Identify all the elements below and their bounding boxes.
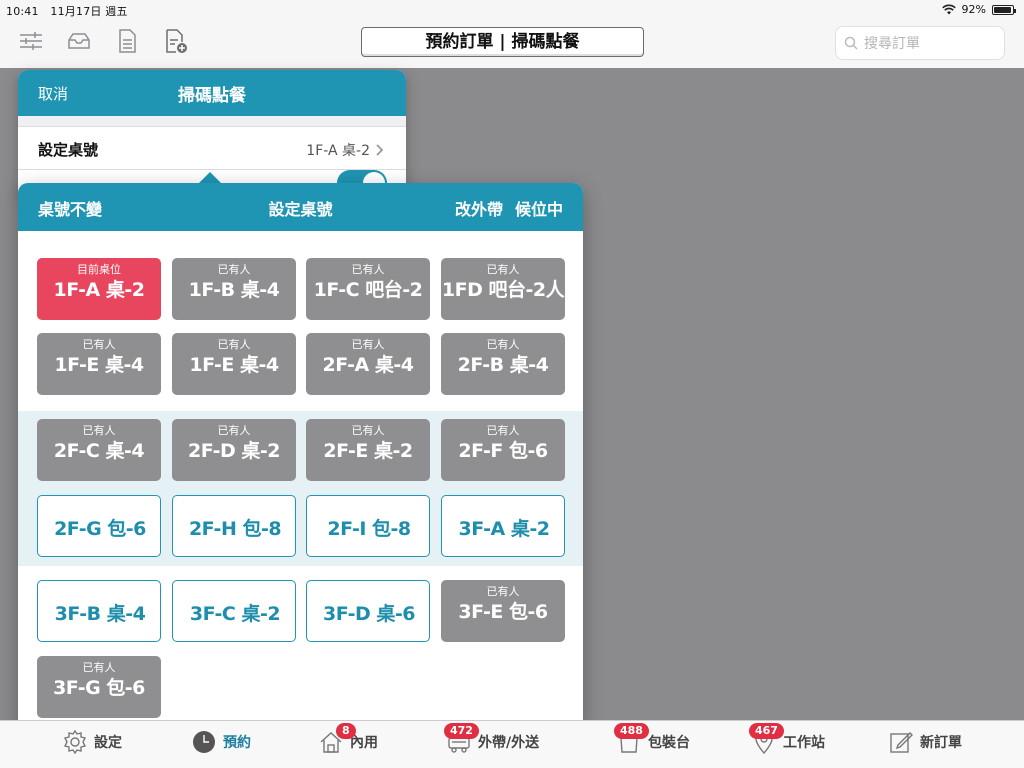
- search-input[interactable]: 搜尋訂單: [835, 26, 1005, 60]
- table-name: 2F-A 桌-4: [322, 354, 414, 376]
- chevron-right-icon: [376, 144, 384, 156]
- tab-packing[interactable]: 包裝台 488: [614, 723, 690, 755]
- sliders-icon[interactable]: [18, 28, 44, 54]
- set-table-label: 設定桌號: [38, 141, 99, 159]
- set-table-value-wrap: 1F-A 桌-2: [306, 140, 384, 160]
- table-tile[interactable]: 2F-I 包-8: [306, 495, 430, 557]
- scan-order-title: 掃碼點餐: [178, 86, 246, 106]
- battery-icon: [992, 4, 1016, 15]
- tab-badge: 472: [444, 723, 479, 739]
- inbox-icon[interactable]: [66, 28, 92, 54]
- document-add-icon[interactable]: [162, 28, 188, 54]
- table-tile[interactable]: 已有人 1F-C 吧台-2: [306, 258, 430, 320]
- tab-settings[interactable]: 設定: [62, 729, 122, 755]
- page-title[interactable]: 預約訂單 | 掃碼點餐: [361, 27, 644, 57]
- table-tile[interactable]: 已有人 3F-E 包-6: [441, 580, 565, 642]
- table-name: 2F-C 桌-4: [53, 440, 145, 462]
- table-tile[interactable]: 已有人 1F-B 桌-4: [172, 258, 296, 320]
- tab-badge: 8: [336, 723, 356, 739]
- table-tile[interactable]: 已有人 1F-E 桌-4: [37, 333, 161, 395]
- tab-label: 預約: [223, 735, 251, 751]
- table-tile[interactable]: 已有人 3F-G 包-6: [37, 656, 161, 718]
- waitlist-button[interactable]: 候位中: [515, 196, 563, 220]
- status-bar: 10:41 11月17日 週五 92%: [0, 0, 1024, 20]
- table-name: 1FD 吧台-2人: [441, 279, 565, 301]
- clock-icon: [193, 731, 215, 753]
- table-tile[interactable]: 目前桌位 1F-A 桌-2: [37, 258, 161, 320]
- table-name: 3F-D 桌-6: [323, 603, 416, 625]
- battery-percent: 92%: [961, 3, 986, 16]
- tab-takeout[interactable]: 外帶/外送 472: [444, 723, 540, 755]
- tab-reservation[interactable]: 預約: [191, 729, 251, 755]
- wifi-icon: [941, 4, 956, 15]
- tab-label: 新訂單: [920, 735, 962, 751]
- table-tile[interactable]: 已有人 2F-C 桌-4: [37, 419, 161, 481]
- table-name: 3F-G 包-6: [53, 677, 145, 699]
- gear-icon: [63, 729, 87, 755]
- nav-bar: 預約訂單 | 掃碼點餐 搜尋訂單: [0, 20, 1024, 68]
- table-tile[interactable]: 已有人 2F-A 桌-4: [306, 333, 430, 395]
- tab-station[interactable]: 工作站 467: [749, 723, 825, 755]
- tab-badge: 488: [614, 723, 649, 739]
- tab-dine-in[interactable]: 內用 8: [318, 723, 378, 755]
- search-icon: [844, 36, 858, 50]
- table-tile[interactable]: 3F-A 桌-2: [441, 495, 565, 557]
- tab-new-order[interactable]: 新訂單: [888, 729, 962, 755]
- table-name: 3F-C 桌-2: [189, 603, 281, 625]
- table-tile[interactable]: 2F-G 包-6: [37, 495, 161, 557]
- tab-label: 工作站: [783, 735, 825, 751]
- table-name: 3F-A 桌-2: [458, 518, 550, 540]
- table-name: 1F-E 桌-4: [189, 354, 279, 376]
- table-tile[interactable]: 已有人 2F-B 桌-4: [441, 333, 565, 395]
- table-tile[interactable]: 已有人 2F-E 桌-2: [306, 419, 430, 481]
- table-name: 2F-E 桌-2: [323, 440, 413, 462]
- table-name: 2F-H 包-8: [188, 518, 282, 540]
- table-tile[interactable]: 3F-D 桌-6: [306, 580, 430, 642]
- table-tile[interactable]: 已有人 2F-F 包-6: [441, 419, 565, 481]
- tab-badge: 467: [749, 723, 784, 739]
- table-tile[interactable]: 已有人 1FD 吧台-2人: [441, 258, 565, 320]
- header-actions: 改外帶 候位中: [455, 196, 563, 220]
- table-tile[interactable]: 已有人 2F-D 桌-2: [172, 419, 296, 481]
- table-name: 1F-C 吧台-2: [313, 279, 423, 301]
- table-name: 2F-D 桌-2: [188, 440, 281, 462]
- table-name: 2F-G 包-6: [54, 518, 146, 540]
- table-tile[interactable]: 3F-B 桌-4: [37, 580, 161, 642]
- table-name: 3F-B 桌-4: [54, 603, 146, 625]
- table-name: 3F-E 包-6: [458, 601, 548, 623]
- table-name: 2F-B 桌-4: [457, 354, 549, 376]
- tab-bar: 設定 預約 內用 8 外帶/外送 472 包裝台 488 工作站 467 新訂單: [0, 720, 1024, 768]
- tab-label: 設定: [94, 735, 122, 751]
- table-name: 2F-I 包-8: [327, 518, 411, 540]
- set-table-row[interactable]: 設定桌號 1F-A 桌-2: [18, 126, 406, 170]
- table-tile[interactable]: 2F-H 包-8: [172, 495, 296, 557]
- scan-order-header: 取消 掃碼點餐: [18, 70, 406, 116]
- table-name: 2F-F 包-6: [458, 440, 548, 462]
- table-tile[interactable]: 3F-C 桌-2: [172, 580, 296, 642]
- status-date: 11月17日 週五: [50, 5, 128, 18]
- table-name: 1F-A 桌-2: [53, 279, 145, 301]
- tab-label: 外帶/外送: [478, 735, 540, 751]
- section-gap: [18, 116, 406, 126]
- tab-label: 包裝台: [648, 735, 690, 751]
- document-icon[interactable]: [114, 28, 140, 54]
- table-name: 1F-B 桌-4: [188, 279, 280, 301]
- table-name: 1F-E 桌-4: [54, 354, 144, 376]
- status-time: 10:41: [6, 5, 39, 18]
- set-table-value: 1F-A 桌-2: [306, 143, 370, 159]
- battery-level: [994, 6, 1011, 13]
- set-table-popover: 桌號不變 設定桌號 改外帶 候位中 目前桌位 1F-A 桌-2 已有人 1F-B 桌-…: [18, 183, 583, 733]
- pencil-icon: [890, 732, 913, 753]
- table-tile[interactable]: 已有人 1F-E 桌-4: [172, 333, 296, 395]
- takeout-button[interactable]: 改外帶: [455, 196, 503, 220]
- set-table-header: 桌號不變 設定桌號 改外帶 候位中: [18, 183, 583, 231]
- search-placeholder: 搜尋訂單: [864, 36, 920, 52]
